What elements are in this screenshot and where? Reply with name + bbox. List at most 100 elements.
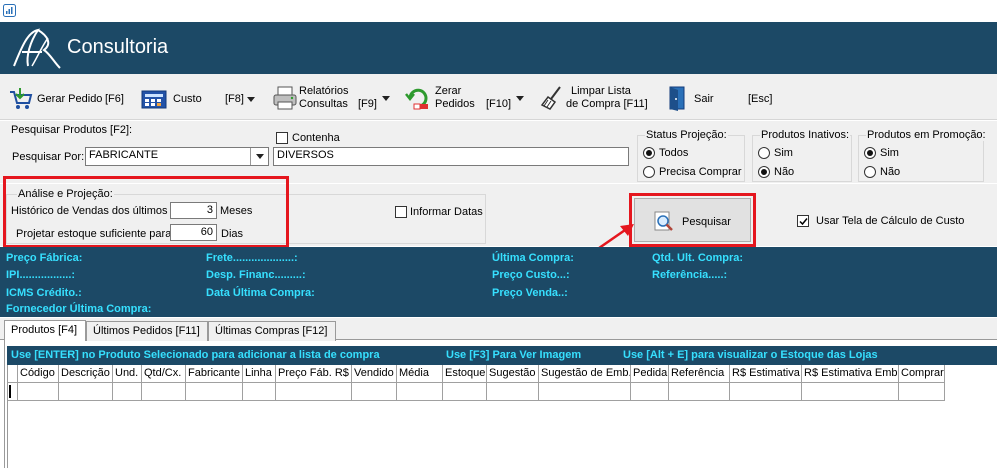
col-codigo[interactable]: Código (18, 365, 59, 383)
company-logo-icon (13, 28, 61, 69)
promocao-nao-radio[interactable] (864, 166, 876, 178)
col-preco-fab[interactable]: Preço Fáb. R$ (276, 365, 352, 383)
status-projecao-title: Status Projeção: (645, 129, 728, 141)
relatorios-label-line2: Consultas (299, 98, 348, 110)
ultima-compra-label: Última Compra: (492, 252, 574, 264)
data-ultima-label: Data Última Compra: (206, 287, 315, 299)
relatorios-consultas-button[interactable]: Relatórios Consultas [F9] (270, 82, 392, 114)
cell[interactable] (113, 383, 142, 401)
custo-button[interactable]: Custo [F8] (140, 84, 260, 114)
table-row[interactable] (8, 383, 945, 401)
limpar-lista-button[interactable]: Limpar Lista de Compra [F11] (540, 82, 655, 114)
historico-meses-input[interactable]: 3 (170, 202, 217, 219)
products-grid[interactable]: Código Descrição Und. Qtd/Cx. Fabricante… (7, 365, 997, 468)
col-media[interactable]: Média (397, 365, 443, 383)
cell[interactable] (669, 383, 730, 401)
search-by-select[interactable]: FABRICANTE (85, 147, 269, 166)
cell[interactable] (443, 383, 487, 401)
historico-unit: Meses (220, 205, 253, 217)
col-descricao[interactable]: Descrição (59, 365, 113, 383)
produtos-inativos-title: Produtos Inativos: (760, 129, 851, 141)
cell[interactable] (186, 383, 243, 401)
status-todos-radio[interactable] (643, 147, 655, 159)
checkmark-icon (799, 218, 808, 226)
col-estimativa[interactable]: R$ Estimativa (730, 365, 802, 383)
search-by-chevron-icon (256, 154, 264, 159)
col-fabricante[interactable]: Fabricante (186, 365, 243, 383)
usar-tela-checkbox[interactable] (797, 215, 809, 227)
inativos-sim-radio[interactable] (758, 147, 770, 159)
col-linha[interactable]: Linha (243, 365, 276, 383)
preco-venda-label: Preço Venda..: (492, 287, 568, 299)
contenha-checkbox[interactable] (276, 132, 288, 144)
cell[interactable] (802, 383, 899, 401)
status-precisa-comprar-radio[interactable] (643, 166, 655, 178)
historico-label: Histórico de Vendas dos últimos (11, 205, 168, 217)
relatorios-shortcut: [F9] (358, 98, 377, 110)
promocao-nao-label: Não (880, 166, 901, 178)
cell[interactable] (142, 383, 186, 401)
preco-fabrica-label: Preço Fábrica: (6, 252, 83, 264)
qtd-ult-compra-label: Qtd. Ult. Compra: (652, 252, 744, 264)
analysis-title: Análise e Projeção: (17, 188, 114, 200)
icms-label: ICMS Crédito.: (6, 287, 82, 299)
col-vendido[interactable]: Vendido (352, 365, 397, 383)
search-query-input[interactable]: DIVERSOS (273, 147, 629, 166)
hint-f3: Use [F3] Para Ver Imagem (446, 349, 582, 361)
historico-meses-value: 3 (206, 204, 213, 216)
pesquisar-button[interactable]: Pesquisar (634, 198, 751, 242)
cell[interactable] (243, 383, 276, 401)
custo-dropdown-icon[interactable] (247, 97, 255, 102)
window-titlebar (0, 0, 997, 22)
col-pedida[interactable]: Pedida (631, 365, 669, 383)
cell[interactable] (18, 383, 59, 401)
broom-icon (540, 86, 561, 110)
referencia-label: Referência.....: (652, 269, 728, 281)
tab-ultimas-compras[interactable]: Últimas Compras [F12] (208, 321, 336, 341)
cell[interactable] (487, 383, 539, 401)
projetar-unit: Dias (221, 228, 244, 240)
col-und[interactable]: Und. (113, 365, 142, 383)
col-comprar[interactable]: Comprar (899, 365, 945, 383)
relatorios-dropdown-icon[interactable] (382, 96, 390, 101)
gerar-pedido-button[interactable]: Gerar Pedido [F6] (6, 84, 126, 114)
inativos-nao-radio[interactable] (758, 166, 770, 178)
cell[interactable] (631, 383, 669, 401)
col-estoque[interactable]: Estoque (443, 365, 487, 383)
search-by-dropdown-icon[interactable] (250, 148, 268, 165)
cell[interactable] (352, 383, 397, 401)
col-referencia[interactable]: Referência (669, 365, 730, 383)
col-sugestao-emb[interactable]: Sugestão de Emb. (539, 365, 631, 383)
cell[interactable] (276, 383, 352, 401)
cell[interactable] (397, 383, 443, 401)
zerar-pedidos-button[interactable]: Zerar Pedidos [F10] (402, 82, 528, 114)
status-todos-label: Todos (659, 147, 689, 159)
cell[interactable] (539, 383, 631, 401)
col-sugestao[interactable]: Sugestão (487, 365, 539, 383)
cell[interactable] (730, 383, 802, 401)
promocao-sim-label: Sim (880, 147, 899, 159)
tab-produtos[interactable]: Produtos [F4] (4, 320, 86, 342)
zerar-shortcut: [F10] (486, 98, 512, 110)
search-section-label: Pesquisar Produtos [F2]: (11, 124, 133, 136)
cell[interactable] (899, 383, 945, 401)
cart-arrow-icon (10, 88, 33, 109)
inativos-nao-label: Não (774, 166, 795, 178)
sair-button[interactable]: Sair [Esc] (666, 84, 786, 114)
zerar-dropdown-icon[interactable] (516, 96, 524, 101)
col-qtd-cx[interactable]: Qtd/Cx. (142, 365, 186, 383)
informar-datas-checkbox[interactable] (395, 206, 407, 218)
promocao-sim-radio[interactable] (864, 147, 876, 159)
usar-tela-label: Usar Tela de Cálculo de Custo (816, 215, 965, 227)
custo-shortcut: [F8] (225, 93, 244, 105)
frete-label: Frete....................: (206, 252, 298, 264)
tab-ultimos-pedidos[interactable]: Últimos Pedidos [F11] (86, 321, 208, 341)
contenha-label: Contenha (292, 132, 340, 144)
cell[interactable] (59, 383, 113, 401)
projetar-dias-input[interactable]: 60 (170, 224, 217, 241)
hint-bar: Use [ENTER] no Produto Selecionado para … (7, 346, 997, 365)
col-estimativa-emb[interactable]: R$ Estimativa Emb. (802, 365, 899, 383)
row-indicator[interactable] (8, 383, 18, 401)
status-precisa-comprar-label: Precisa Comprar (659, 166, 742, 178)
produtos-promocao-group (858, 135, 984, 182)
